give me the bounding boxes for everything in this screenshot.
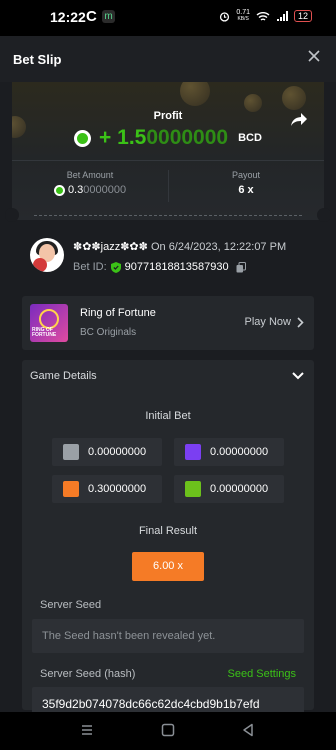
dashed-divider <box>34 215 302 216</box>
network-speed: 0.71 KB/S <box>236 9 250 23</box>
divider <box>168 170 169 202</box>
bet-amount-value: 0.30000000 <box>12 184 168 196</box>
back-icon[interactable] <box>241 723 255 737</box>
bet-datetime: 6/24/2023, 12:22:07 PM <box>168 241 287 253</box>
bet-box-value: 0.00000000 <box>210 446 269 458</box>
profit-value-decimals: 0000000 <box>146 126 229 149</box>
home-icon[interactable] <box>161 723 175 737</box>
server-seed-hash-value: 35f9d2b074078dc66c62dc4cbd9b1b7efd <box>42 697 260 711</box>
app-c-icon: C <box>86 8 97 25</box>
server-seed-placeholder: The Seed hasn't been revealed yet. <box>42 630 216 642</box>
ticket-notch <box>317 208 331 222</box>
bet-id-label: Bet ID: <box>73 261 107 273</box>
bet-amount-main: 0.3 <box>67 184 84 196</box>
verified-shield-icon <box>110 261 121 273</box>
close-icon[interactable] <box>306 48 322 64</box>
bet-id-line: Bet ID: 90771818813587930 <box>73 261 246 273</box>
server-seed-field[interactable]: The Seed hasn't been revealed yet. <box>32 619 304 653</box>
alarm-icon <box>220 11 230 22</box>
purple-swatch <box>185 444 201 460</box>
orange-swatch <box>63 481 79 497</box>
battery-icon: 12 <box>293 10 312 22</box>
user-line: ✽✿✽jazz✽✿✽ On 6/24/2023, 12:22:07 PM <box>73 240 286 253</box>
bet-box-grey: 0.00000000 <box>52 438 162 466</box>
signal-icon <box>276 10 288 21</box>
avatar[interactable] <box>30 238 64 272</box>
network-speed-value: 0.71 <box>236 9 250 16</box>
bet-box-value: 0.30000000 <box>88 483 147 495</box>
profit-amount: + 1.50000000 BCD <box>12 126 324 150</box>
game-details-title[interactable]: Game Details <box>30 370 97 382</box>
final-result-badge: 6.00 x <box>132 552 204 581</box>
bc-coin-icon <box>53 185 65 196</box>
final-result-label: Final Result <box>138 525 198 537</box>
play-now-button[interactable]: Play Now <box>245 316 304 328</box>
bet-box-purple: 0.00000000 <box>174 438 284 466</box>
profit-label: Profit <box>153 110 183 122</box>
seed-settings-link[interactable]: Seed Settings <box>228 668 297 680</box>
profit-value: + 1.50000000 <box>99 126 228 150</box>
payout-value: 6 x <box>238 184 254 196</box>
game-name: Ring of Fortune <box>80 307 156 319</box>
system-nav-bar <box>0 712 336 750</box>
game-provider: BC Originals <box>80 327 137 338</box>
username[interactable]: ✽✿✽jazz✽✿✽ <box>73 241 148 253</box>
profit-value-main: + 1.5 <box>99 126 147 149</box>
wheel-icon <box>39 309 59 329</box>
game-details-panel: Game Details Initial Bet 0.00000000 0.00… <box>22 360 314 721</box>
game-card[interactable]: RING OF FORTUNE Ring of Fortune BC Origi… <box>22 296 314 350</box>
recent-apps-icon[interactable] <box>80 723 94 737</box>
status-right-group: 0.71 KB/S 12 <box>219 9 312 23</box>
game-thumbnail: RING OF FORTUNE <box>30 304 68 342</box>
payout-label: Payout <box>231 170 261 180</box>
play-now-label: Play Now <box>244 316 291 328</box>
profit-currency: BCD <box>238 132 262 144</box>
chevron-right-icon <box>297 316 304 328</box>
game-thumbnail-text: RING OF FORTUNE <box>32 327 57 338</box>
status-bar: 12:22 C m 0.71 KB/S 12 <box>0 0 336 36</box>
bet-id-value: 90771818813587930 <box>124 261 229 273</box>
app-m-icon: m <box>102 10 115 23</box>
coin-decoration <box>180 82 210 106</box>
date-prefix: On <box>150 241 166 253</box>
bet-amount-decimals: 0000000 <box>83 184 127 196</box>
bet-box-green: 0.00000000 <box>174 475 284 503</box>
status-time: 12:22 <box>50 9 86 25</box>
bet-amount: Bet Amount 0.30000000 <box>12 170 168 196</box>
initial-bet-label: Initial Bet <box>145 410 191 422</box>
wifi-icon <box>256 11 270 21</box>
bet-slip-header: Bet Slip <box>0 36 336 82</box>
coin-decoration <box>282 86 306 110</box>
bet-box-orange: 0.30000000 <box>52 475 162 503</box>
page-title: Bet Slip <box>13 52 62 67</box>
chevron-down-icon[interactable] <box>292 372 304 380</box>
bet-box-value: 0.00000000 <box>88 446 147 458</box>
ticket-notch <box>5 208 19 222</box>
bet-box-value: 0.00000000 <box>210 483 269 495</box>
payout: Payout 6 x <box>168 170 324 196</box>
bc-coin-icon <box>74 129 92 147</box>
grey-swatch <box>63 444 79 460</box>
green-swatch <box>185 481 201 497</box>
server-seed-hash-label: Server Seed (hash) <box>40 668 136 680</box>
bet-amount-label: Bet Amount <box>66 170 114 180</box>
share-icon[interactable] <box>290 112 308 128</box>
network-speed-unit: KB/S <box>237 16 249 22</box>
copy-icon[interactable] <box>236 261 246 273</box>
user-card: ✽✿✽jazz✽✿✽ On 6/24/2023, 12:22:07 PM Bet… <box>20 226 316 288</box>
server-seed-label: Server Seed <box>40 599 102 611</box>
